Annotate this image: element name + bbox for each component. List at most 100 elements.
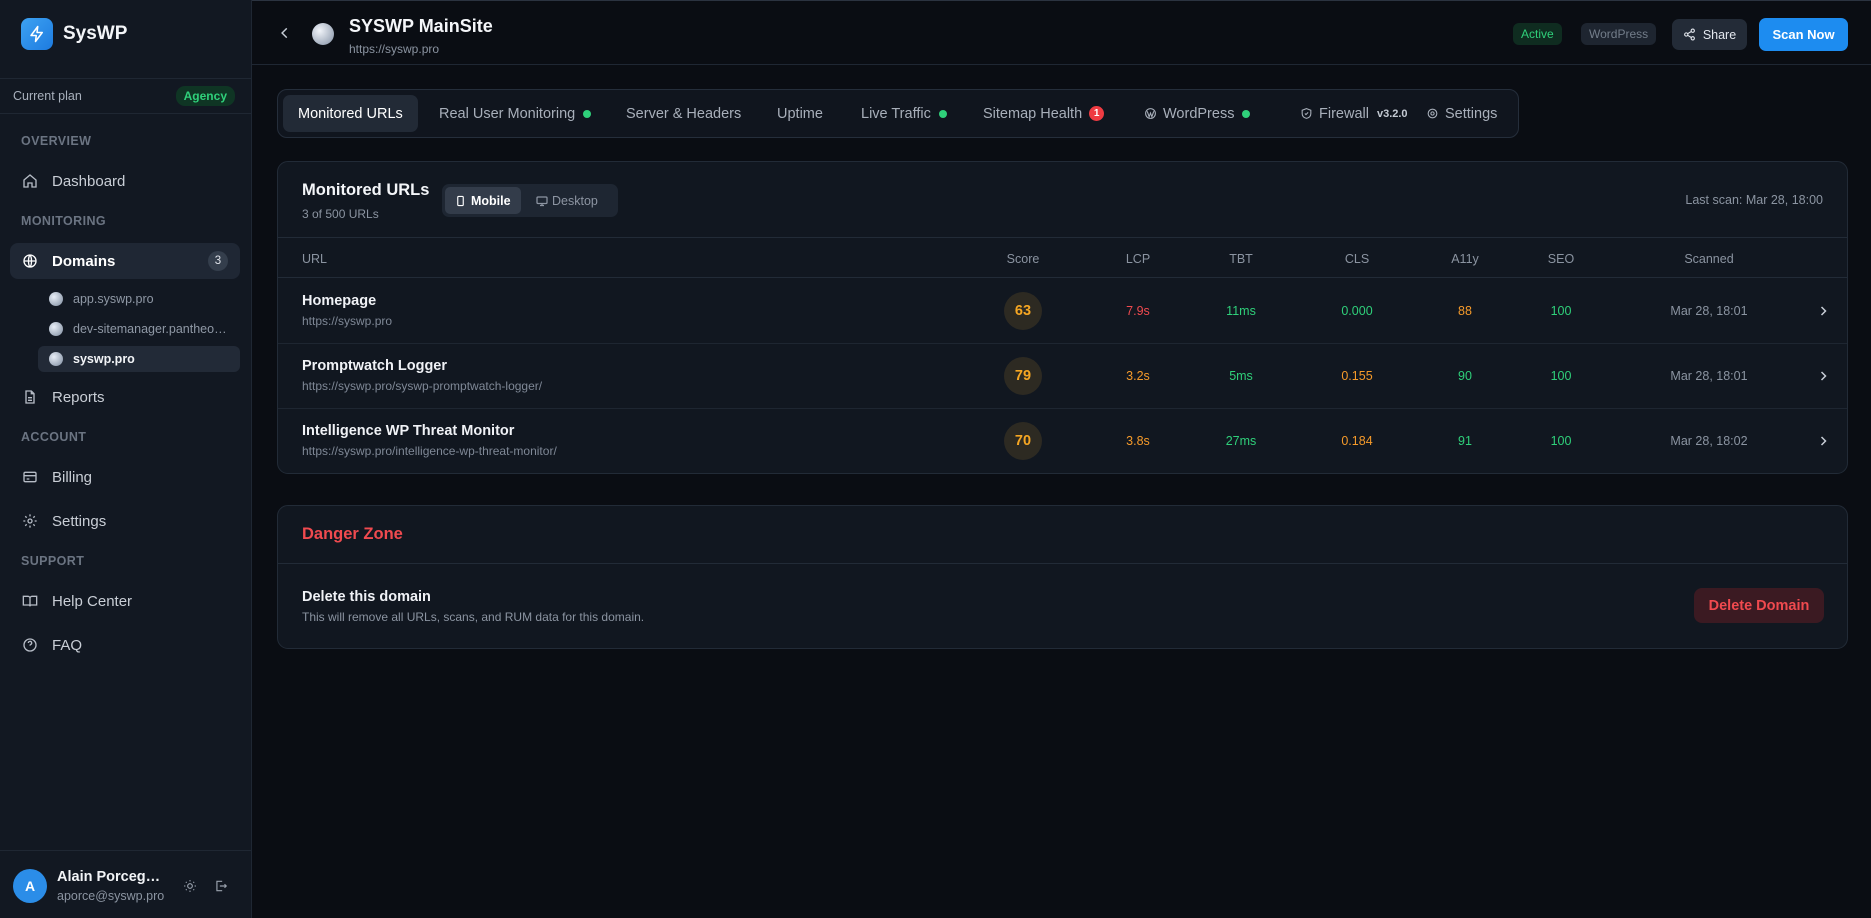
- sidebar-item-label: Billing: [52, 468, 93, 486]
- column-lcp: LCP: [1125, 252, 1151, 266]
- plan-badge: Agency: [175, 86, 235, 106]
- tab-label: Sitemap Health: [983, 105, 1083, 122]
- platform-badge: WordPress: [1581, 23, 1657, 45]
- device-toggle: Mobile Desktop: [442, 184, 618, 217]
- tab-settings[interactable]: Settings: [1411, 95, 1512, 132]
- column-scanned: Scanned: [1684, 252, 1734, 266]
- tab-server-headers[interactable]: Server & Headers: [611, 95, 756, 132]
- help-circle-icon: [22, 637, 38, 653]
- tab-real-user-monitoring[interactable]: Real User Monitoring: [424, 95, 606, 132]
- section-support: SUPPORT: [21, 554, 85, 568]
- sidebar-item-domains[interactable]: Domains 3: [10, 243, 240, 279]
- section-overview: OVERVIEW: [21, 134, 92, 148]
- tab-sitemap-health[interactable]: Sitemap Health 1: [968, 95, 1119, 132]
- globe-icon: [49, 322, 63, 336]
- domains-count-badge: 3: [208, 251, 228, 271]
- sidebar-item-faq[interactable]: FAQ: [10, 627, 240, 663]
- tab-label: Real User Monitoring: [439, 105, 576, 122]
- column-score: Score: [1006, 252, 1040, 266]
- table-row[interactable]: Promptwatch Logger https://syswp.pro/sys…: [278, 344, 1847, 409]
- mobile-icon: [455, 195, 466, 207]
- table-row[interactable]: Homepage https://syswp.pro 63 7.9s 11ms …: [278, 279, 1847, 344]
- a11y-value: 91: [1458, 434, 1472, 448]
- tab-wordpress[interactable]: WordPress: [1129, 95, 1265, 132]
- tbt-value: 27ms: [1225, 434, 1257, 448]
- site-globe-icon: [312, 23, 334, 45]
- desktop-icon: [536, 195, 548, 207]
- row-name: Promptwatch Logger: [302, 358, 448, 374]
- a11y-value: 88: [1458, 304, 1472, 318]
- globe-icon: [49, 292, 63, 306]
- brand[interactable]: SysWP: [21, 18, 127, 50]
- sidebar-item-help[interactable]: Help Center: [10, 583, 240, 619]
- book-icon: [22, 593, 38, 609]
- logout-icon[interactable]: [214, 879, 228, 893]
- back-arrow-icon[interactable]: [278, 26, 292, 40]
- sun-icon[interactable]: [183, 879, 197, 893]
- scan-now-button[interactable]: Scan Now: [1759, 18, 1848, 51]
- tbt-value: 5ms: [1229, 369, 1253, 383]
- tab-label: Settings: [1445, 105, 1498, 122]
- tab-bar: Monitored URLs Real User Monitoring Serv…: [277, 89, 1519, 138]
- globe-icon: [22, 253, 38, 269]
- cls-value: 0.000: [1341, 304, 1373, 318]
- shield-icon: [1300, 107, 1313, 120]
- domain-label: app.syswp.pro: [73, 292, 154, 306]
- domain-label: syswp.pro: [73, 352, 135, 366]
- tab-label: Server & Headers: [626, 105, 742, 122]
- sidebar-item-dashboard[interactable]: Dashboard: [10, 163, 240, 199]
- score-badge: 63: [1004, 292, 1042, 330]
- tbt-value: 11ms: [1226, 304, 1256, 318]
- home-icon: [22, 173, 38, 189]
- tab-label: Uptime: [777, 105, 823, 122]
- chevron-right-icon[interactable]: [1817, 435, 1829, 447]
- gear-icon: [22, 513, 38, 529]
- divider: [278, 563, 1847, 564]
- chevron-right-icon[interactable]: [1817, 305, 1829, 317]
- tab-uptime[interactable]: Uptime: [762, 95, 838, 132]
- sidebar-item-label: Help Center: [52, 592, 133, 610]
- brand-name: SysWP: [63, 23, 128, 44]
- chevron-right-icon[interactable]: [1817, 370, 1829, 382]
- tab-monitored-urls[interactable]: Monitored URLs: [283, 95, 418, 132]
- sidebar-domain-app[interactable]: app.syswp.pro: [38, 286, 240, 312]
- sidebar-item-settings[interactable]: Settings: [10, 503, 240, 539]
- sidebar-item-label: Reports: [52, 388, 105, 406]
- user-name: Alain Porceguerre: [57, 869, 167, 885]
- sidebar-item-billing[interactable]: Billing: [10, 459, 240, 495]
- status-badge: Active: [1513, 23, 1562, 45]
- tab-label: WordPress: [1163, 105, 1235, 122]
- score-badge: 70: [1004, 422, 1042, 460]
- current-plan: Current plan Agency: [0, 78, 251, 114]
- cls-value: 0.184: [1341, 434, 1373, 448]
- section-monitoring: MONITORING: [21, 214, 107, 228]
- sidebar-domain-syswp[interactable]: syswp.pro: [38, 346, 240, 372]
- tab-firewall[interactable]: Firewall v3.2.0: [1285, 95, 1423, 132]
- column-a11y: A11y: [1451, 252, 1479, 266]
- avatar[interactable]: A: [13, 869, 47, 903]
- sidebar-domain-dev[interactable]: dev-sitemanager.pantheonsite.io: [38, 316, 240, 342]
- share-button[interactable]: Share: [1672, 19, 1747, 50]
- sidebar-item-label: Dashboard: [52, 172, 126, 190]
- toggle-mobile[interactable]: Mobile: [445, 187, 521, 214]
- toggle-desktop[interactable]: Desktop: [526, 187, 608, 214]
- sidebar: SysWP Current plan Agency OVERVIEW Dashb…: [0, 0, 252, 918]
- column-url: URL: [302, 252, 328, 266]
- sidebar-item-reports[interactable]: Reports: [10, 379, 240, 415]
- delete-domain-button[interactable]: Delete Domain: [1694, 588, 1824, 623]
- site-url[interactable]: https://syswp.pro: [349, 42, 439, 56]
- domain-label: dev-sitemanager.pantheonsite.io: [73, 322, 233, 336]
- score-badge: 79: [1004, 357, 1042, 395]
- seo-value: 100: [1550, 434, 1572, 448]
- tab-label: Monitored URLs: [298, 105, 403, 122]
- cls-value: 0.155: [1341, 369, 1373, 383]
- lightning-bolt-icon: [21, 18, 53, 50]
- sitemap-alert-badge: 1: [1089, 106, 1105, 121]
- seo-value: 100: [1550, 369, 1572, 383]
- danger-zone-title: Danger Zone: [302, 525, 403, 543]
- section-account: ACCOUNT: [21, 430, 87, 444]
- document-icon: [22, 389, 38, 405]
- page-header: SYSWP MainSite https://syswp.pro Active …: [252, 0, 1871, 65]
- tab-live-traffic[interactable]: Live Traffic: [846, 95, 962, 132]
- table-row[interactable]: Intelligence WP Threat Monitor https://s…: [278, 409, 1847, 474]
